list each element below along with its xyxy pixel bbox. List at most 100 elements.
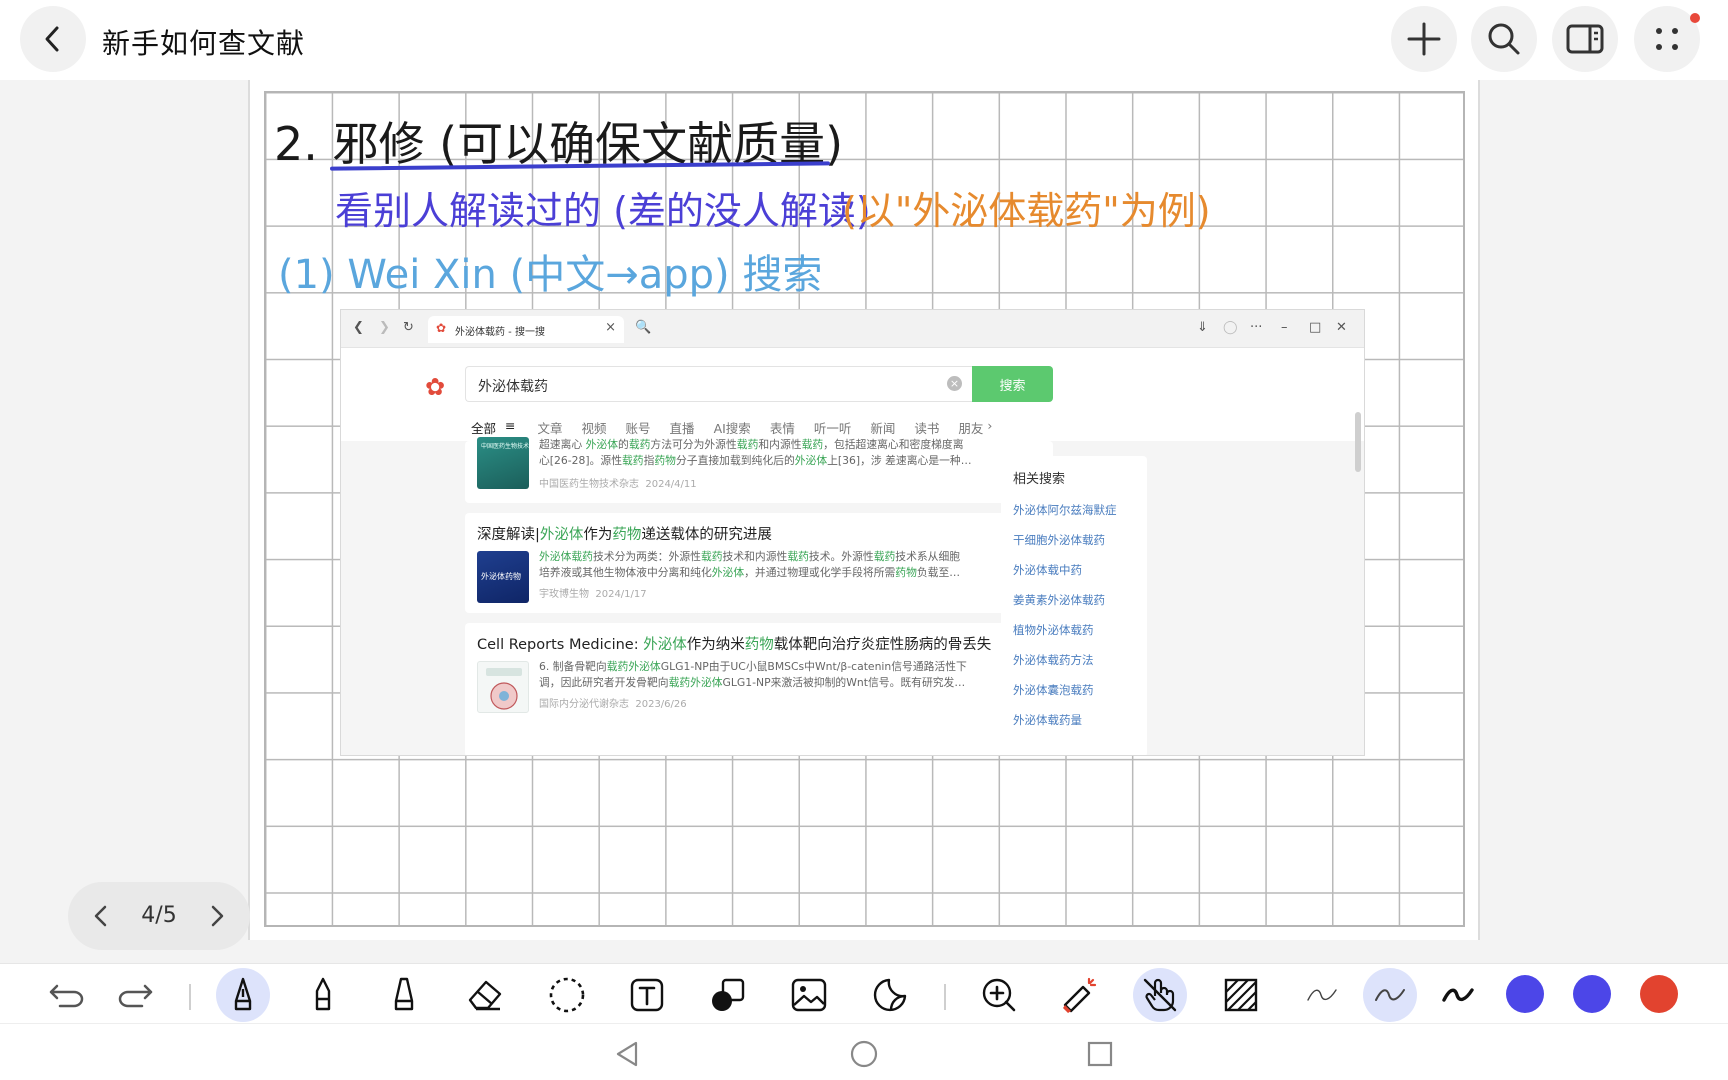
result-date: 2024/4/11 [645,479,697,490]
browser-more-icon: ··· [1250,320,1263,335]
color-swatch-red[interactable] [1640,975,1678,1013]
split-view-button[interactable] [1552,6,1618,72]
image-icon [791,978,827,1012]
result-snippet: 心[26-28]。源性载药指药物分子直接加载到纯化后的外泌体上[36]，涉 差速… [539,454,972,467]
filter-tab-all: 全部 [471,421,497,436]
handwriting-line-2-note: (以"外泌体载药"为例) [842,189,1211,233]
result-date: 2023/6/26 [635,699,687,710]
related-search-item: 外泌体载药方法 [1013,653,1094,667]
browser-forward-icon: ❯ [379,320,390,335]
sticker-tool[interactable] [863,968,917,1022]
split-view-icon [1566,24,1604,54]
stroke-width-medium[interactable] [1363,968,1417,1022]
image-tool[interactable] [782,968,836,1022]
browser-refresh-icon: ↻ [403,320,414,335]
redo-button[interactable] [108,968,162,1022]
highlighter-icon [394,977,414,1011]
sticker-icon [873,978,907,1012]
triangle-back-icon [616,1041,638,1067]
result-snippet: 外泌体载药技术分为两类：外源性载药技术和内源性载药技术。外源性载药技术系从细胞 [539,550,961,563]
search-input: 外泌体载药 × [465,366,972,402]
page-pager: 4/5 [68,882,250,950]
filter-tab: 文章 [537,421,563,436]
color-swatch-blue-2[interactable] [1573,975,1611,1013]
related-search-item: 干细胞外泌体载药 [1013,533,1105,547]
more-dots-icon [1656,28,1678,50]
eraser-tool[interactable] [458,968,512,1022]
browser-back-icon: ❮ [353,320,364,335]
window-close-icon: ✕ [1336,320,1347,335]
redo-icon [118,984,153,1008]
pencil-icon [315,977,331,1011]
chevron-left-icon [45,26,59,52]
filter-tab: 朋友 [958,421,984,436]
browser-content: ✿ 外泌体载药 × 搜索 全部 ≡ 文章 视频 账号 直播 AI搜索 表情 听一… [341,348,1364,755]
result-snippet: 6. 制备骨靶向载药外泌体GLG1-NP由于UC小鼠BMSCs中Wnt/β-ca… [539,660,967,673]
filter-tab: 视频 [581,421,607,436]
diagram-thumbnail-icon [486,668,522,710]
chevron-right-icon [211,905,224,927]
result-source-name: 中国医药生物技术杂志 [539,479,639,490]
result-thumbnail [477,661,529,713]
note-title: 新手如何查文献 [102,27,306,60]
pasted-screenshot[interactable]: ❮ ❯ ↻ ✿ 外泌体载药 - 搜一搜 × 🔍 ⇓ ◯ ··· – □ ✕ ✿ … [340,309,1365,756]
filter-tab: 听一听 [813,421,852,436]
browser-tab-title: 外泌体载药 - 搜一搜 [455,327,545,338]
nav-home-button[interactable] [844,1034,884,1074]
related-search-item: 外泌体载中药 [1013,563,1082,577]
filter-tab: 账号 [625,421,651,436]
circle-home-icon [850,1040,878,1068]
result-title: 深度解读|外泌体作为药物递送载体的研究进展 [477,527,772,543]
globe-icon: ◯ [1223,320,1238,335]
stroke-thick-icon [1442,988,1474,1002]
handwriting-line-3: (1) Wei Xin (中文→app) 搜索 [278,252,823,298]
filter-tab: AI搜索 [713,421,751,436]
related-search-item: 外泌体阿尔兹海默症 [1013,503,1117,517]
text-box-icon [630,978,664,1012]
result-snippet: 超速离心 外泌体的载药方法可分为外源性载药和内源性载药，包括超速离心和密度梯度离 [539,438,964,451]
result-card: Cell Reports Medicine: 外泌体作为纳米药物载体靶向治疗炎症… [465,623,1053,755]
related-search-item: 外泌体载药量 [1013,713,1082,727]
nav-recents-button[interactable] [1080,1034,1120,1074]
highlighter-tool[interactable] [377,968,431,1022]
browser-titlebar: ❮ ❯ ↻ ✿ 外泌体载药 - 搜一搜 × 🔍 ⇓ ◯ ··· – □ ✕ [341,310,1364,348]
laser-pointer-tool[interactable] [1052,968,1106,1022]
zoom-in-icon [982,978,1016,1012]
result-snippet: 培养液或其他生物体液中分离和纯化外泌体，并通过物理或化学手段将所需药物负载至… [539,566,961,579]
hand-touch-tool[interactable] [1133,968,1187,1022]
related-searches: 相关搜索 外泌体阿尔兹海默症 干细胞外泌体载药 外泌体载中药 姜黄素外泌体载药 … [1001,456,1147,755]
minimize-icon: – [1281,320,1288,335]
related-search-item: 姜黄素外泌体载药 [1013,593,1105,607]
background-pattern-tool[interactable] [1214,968,1268,1022]
stroke-width-thick[interactable] [1431,968,1485,1022]
text-tool[interactable] [620,968,674,1022]
tab-close-icon: × [605,320,616,335]
color-swatch-blue[interactable] [1506,975,1544,1013]
result-date: 2024/1/17 [595,589,647,600]
result-source-name: 国际内分泌代谢杂志 [539,699,629,710]
chevron-right-icon: › [987,418,993,433]
search-icon [1488,23,1520,55]
system-nav-bar [0,1023,1728,1080]
undo-icon [49,984,84,1008]
nav-back-button[interactable] [608,1034,648,1074]
lasso-select-tool[interactable] [540,968,594,1022]
stroke-width-thin[interactable] [1295,968,1349,1022]
thumbnail-caption: 外泌体药物 [481,572,521,581]
download-icon: ⇓ [1197,320,1208,335]
search-button[interactable] [1471,6,1537,72]
zoom-tool[interactable] [972,968,1026,1022]
back-button[interactable] [20,6,86,72]
result-source: 宇玫博生物 2024/1/17 [539,585,647,600]
next-page-button[interactable] [200,899,234,933]
touch-hand-off-icon [1143,978,1177,1012]
pen-tool[interactable] [216,968,270,1022]
eraser-icon [468,980,502,1011]
browser-search-icon: 🔍 [635,320,652,335]
filter-icon: ≡ [505,418,516,433]
add-button[interactable] [1391,6,1457,72]
shape-tool[interactable] [701,968,755,1022]
undo-button[interactable] [40,968,94,1022]
related-search-item: 外泌体囊泡载药 [1013,683,1094,697]
pencil-tool[interactable] [296,968,350,1022]
